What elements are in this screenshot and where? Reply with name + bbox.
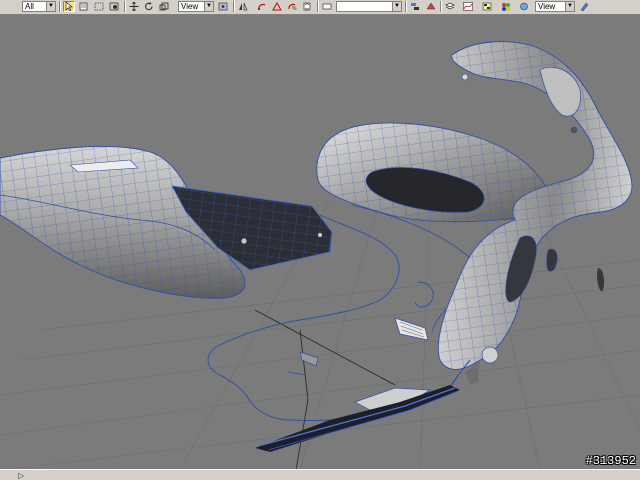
mirror-icon — [426, 2, 436, 10]
watermark-id: #313952 — [585, 454, 636, 468]
pivot-icon — [218, 2, 228, 11]
move-button[interactable] — [128, 1, 140, 12]
chevron-down-icon: ▼ — [392, 2, 401, 11]
angle-snap-button[interactable] — [256, 1, 268, 12]
mirror-button[interactable] — [237, 1, 249, 12]
play-marker-icon: ▷ — [18, 471, 25, 480]
toolbar-separator — [233, 1, 235, 12]
layer-icon — [445, 2, 455, 10]
window-crossing-icon — [109, 2, 119, 11]
schematic-button[interactable] — [481, 1, 493, 12]
status-bar: ▷ — [0, 469, 640, 480]
chevron-down-icon: ▼ — [46, 2, 55, 11]
reference-coord-dropdown[interactable]: View ▼ — [178, 1, 214, 12]
toolbar-separator — [405, 1, 407, 12]
toolbar-separator — [59, 1, 61, 12]
select-by-name-button[interactable] — [78, 1, 90, 12]
toolbar-separator — [317, 1, 319, 12]
side-vent — [394, 317, 429, 341]
chevron-down-icon: ▼ — [204, 2, 213, 11]
angle-snap-icon — [258, 3, 266, 10]
named-selection-button[interactable] — [321, 1, 333, 12]
select-object-button[interactable] — [63, 1, 75, 12]
small-parts — [287, 351, 319, 376]
scale-button[interactable] — [158, 1, 170, 12]
window-crossing-button[interactable] — [108, 1, 120, 12]
selection-filter-dropdown[interactable]: All ▼ — [22, 1, 56, 12]
svg-text:%: % — [292, 6, 297, 11]
exhaust-strip — [255, 385, 460, 452]
quick-render-icon — [580, 2, 589, 11]
toolbar-separator — [440, 1, 442, 12]
selection-filter-value: All — [25, 2, 34, 11]
named-selection-dropdown[interactable]: ▼ — [336, 1, 402, 12]
layer-button[interactable] — [444, 1, 456, 12]
rect-region-button[interactable] — [93, 1, 105, 12]
curve-editor-icon — [463, 2, 473, 11]
percent-snap-button[interactable]: % — [286, 1, 298, 12]
chevron-down-icon: ▼ — [565, 2, 574, 11]
main-toolbar: All ▼ View ▼ % ▼ View ▼ — [0, 0, 640, 15]
snap-button[interactable] — [271, 1, 283, 12]
percent-snap-icon: % — [288, 3, 297, 11]
align-icon — [411, 3, 419, 10]
material-editor-button[interactable] — [500, 1, 512, 12]
pivot-button[interactable] — [217, 1, 229, 12]
named-sel-icon — [322, 3, 332, 10]
render-scene-button[interactable] — [518, 1, 530, 12]
rotate-button[interactable] — [143, 1, 155, 12]
reference-coord-value: View — [181, 2, 199, 11]
mirror-align-button[interactable] — [425, 1, 437, 12]
move-icon — [129, 2, 139, 11]
quick-render-button[interactable] — [579, 1, 591, 12]
schematic-icon — [482, 2, 492, 11]
material-editor-icon — [502, 3, 510, 11]
render-type-value: View — [538, 2, 556, 11]
rotate-icon — [145, 2, 153, 11]
viewport-scene — [0, 41, 640, 470]
scale-icon — [159, 2, 169, 11]
mirror-icon — [239, 2, 248, 11]
select-by-name-icon — [79, 2, 88, 11]
render-scene-icon — [520, 2, 528, 11]
render-type-dropdown[interactable]: View ▼ — [535, 1, 575, 12]
curve-editor-button[interactable] — [462, 1, 474, 12]
perspective-viewport[interactable]: #313952 — [0, 15, 640, 470]
rect-region-icon — [94, 2, 104, 11]
spinner-snap-icon — [303, 2, 311, 11]
align-button[interactable] — [409, 1, 421, 12]
toolbar-separator — [124, 1, 126, 12]
spinner-snap-button[interactable] — [301, 1, 313, 12]
select-object-icon — [65, 2, 73, 11]
snap-icon — [272, 2, 282, 11]
